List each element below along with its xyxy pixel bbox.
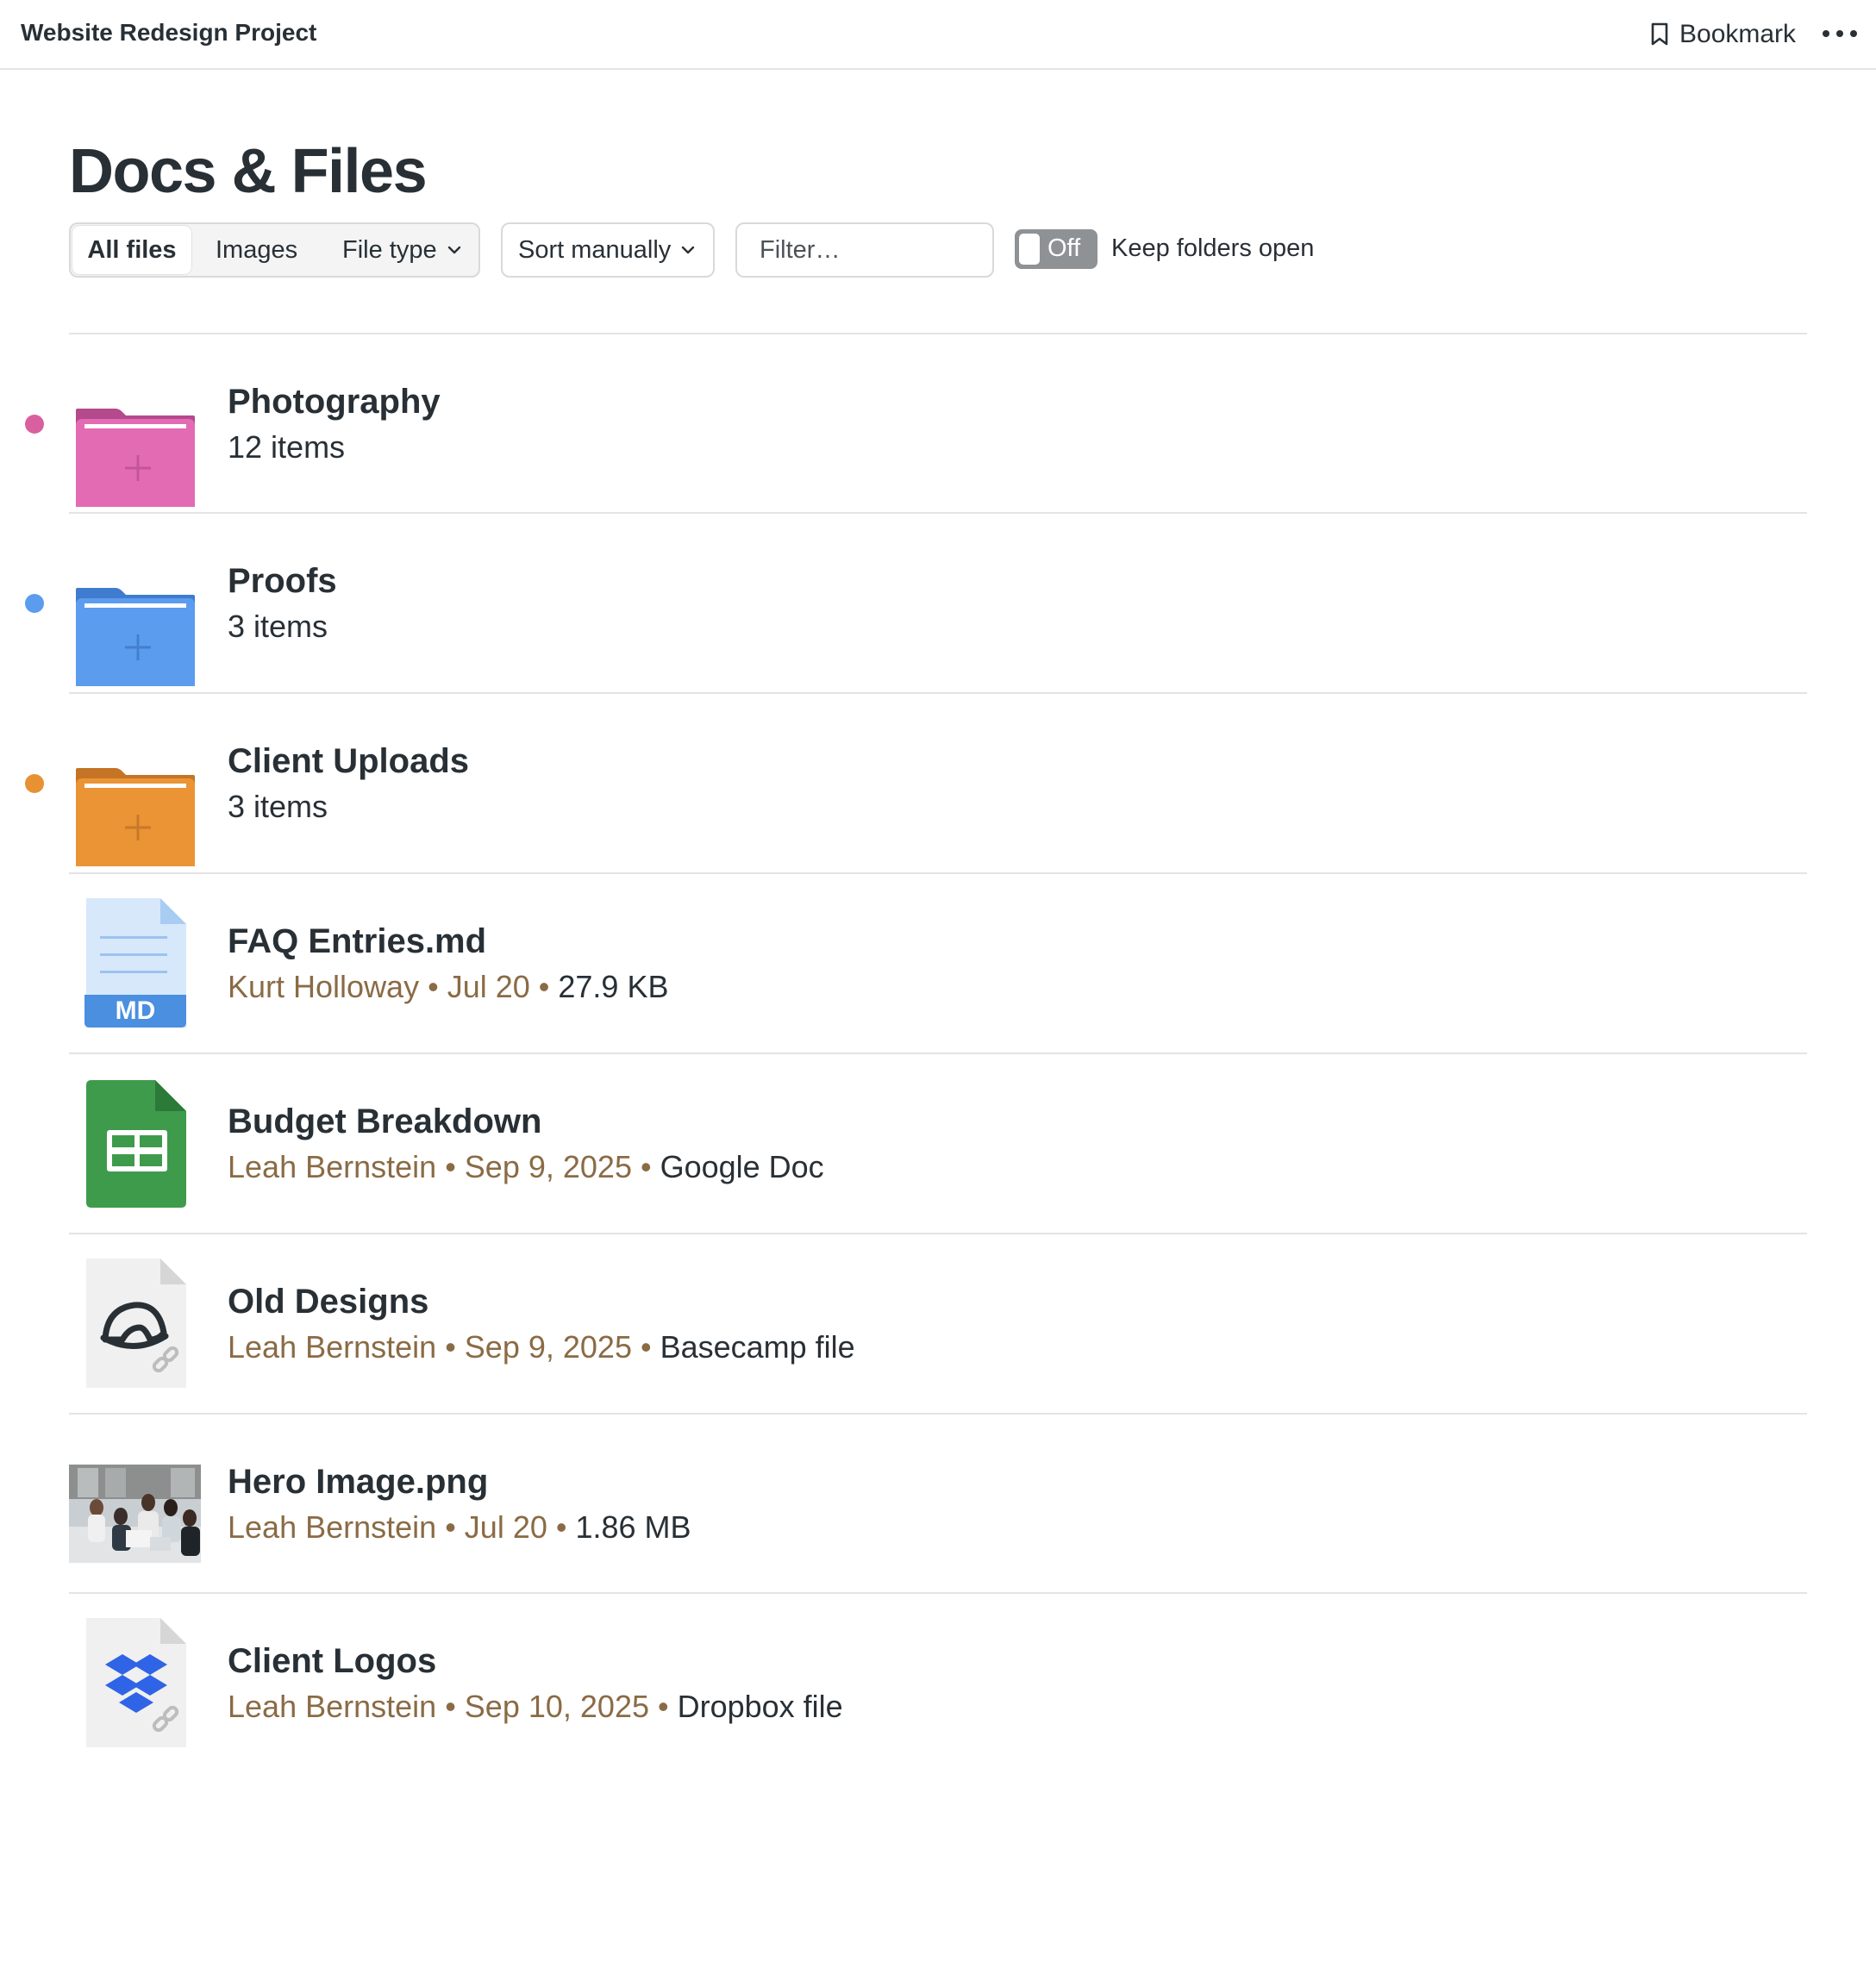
top-bar: Website Redesign Project Bookmark xyxy=(0,0,1876,70)
folder-item-count: 3 items xyxy=(228,789,328,824)
file-date: Jul 20 xyxy=(464,1509,547,1545)
sort-dropdown[interactable]: Sort manually xyxy=(501,222,715,278)
toolbar: All files Images File type Sort manually… xyxy=(69,222,1448,278)
folder-color-dot xyxy=(25,415,44,434)
file-meta: Leah Bernstein • Sep 10, 2025 • Dropbox file xyxy=(228,1689,843,1724)
file-name[interactable]: FAQ Entries.md xyxy=(228,922,486,961)
folder-icon xyxy=(76,409,195,507)
file-author[interactable]: Leah Bernstein xyxy=(228,1509,436,1545)
bookmark-label: Bookmark xyxy=(1679,20,1797,48)
folder-color-dot xyxy=(25,594,44,613)
folder-row-proofs[interactable]: Proofs 3 items xyxy=(0,514,1807,692)
md-badge: MD xyxy=(116,996,156,1025)
file-detail: Google Doc xyxy=(660,1149,824,1184)
bookmark-icon xyxy=(1651,22,1668,46)
page-title: Docs & Files xyxy=(69,137,428,206)
chevron-down-icon xyxy=(447,246,460,254)
file-author[interactable]: Kurt Holloway xyxy=(228,969,419,1004)
file-author[interactable]: Leah Bernstein xyxy=(228,1149,436,1184)
view-segmented-control: All files Images File type xyxy=(69,222,480,278)
all-files-tab[interactable]: All files xyxy=(72,226,191,274)
dropbox-file-icon xyxy=(86,1618,186,1747)
keep-folders-open-toggle[interactable]: Off xyxy=(1015,229,1097,269)
folder-color-dot xyxy=(25,774,44,793)
markdown-file-icon: MD xyxy=(84,898,186,1028)
google-sheets-icon xyxy=(86,1080,186,1208)
image-thumbnail xyxy=(69,1465,201,1563)
images-tab[interactable]: Images xyxy=(216,224,297,276)
folder-icon xyxy=(76,588,195,686)
file-type-label: File type xyxy=(342,235,437,264)
folder-icon xyxy=(76,768,195,866)
file-row-budget-breakdown[interactable]: Budget Breakdown Leah Bernstein • Sep 9, 2… xyxy=(0,1054,1807,1233)
folder-row-client-uploads[interactable]: Client Uploads 3 items xyxy=(0,694,1807,872)
more-options-button[interactable] xyxy=(1823,19,1857,48)
file-type-dropdown[interactable]: File type xyxy=(342,224,461,276)
folder-row-photography[interactable]: Photography 12 items xyxy=(0,334,1807,513)
file-detail: Basecamp file xyxy=(660,1329,855,1365)
ellipsis-icon xyxy=(1823,30,1829,37)
file-meta: Leah Bernstein • Sep 9, 2025 • Basecamp file xyxy=(228,1329,855,1365)
file-date: Sep 9, 2025 xyxy=(464,1329,632,1365)
file-author[interactable]: Leah Bernstein xyxy=(228,1689,436,1724)
sort-label: Sort manually xyxy=(518,235,672,264)
file-date: Sep 9, 2025 xyxy=(464,1149,632,1184)
file-meta: Leah Bernstein • Jul 20 • 1.86 MB xyxy=(228,1509,691,1545)
toggle-state-label: Off xyxy=(1047,234,1081,262)
basecamp-file-icon xyxy=(86,1259,186,1388)
file-row-hero-image[interactable]: Hero Image.png Leah Bernstein • Jul 20 • 1.8… xyxy=(0,1415,1807,1593)
file-name[interactable]: Old Designs xyxy=(228,1283,428,1321)
file-meta: Kurt Holloway • Jul 20 • 27.9 KB xyxy=(228,969,669,1004)
filter-input[interactable] xyxy=(735,222,994,278)
folder-name[interactable]: Client Uploads xyxy=(228,742,469,781)
folder-item-count: 3 items xyxy=(228,609,328,644)
toggle-knob xyxy=(1019,234,1040,265)
file-row-old-designs[interactable]: Old Designs Leah Bernstein • Sep 9, 2025 • B… xyxy=(0,1234,1807,1413)
file-date: Jul 20 xyxy=(447,969,530,1004)
file-detail: Dropbox file xyxy=(677,1689,843,1724)
file-author[interactable]: Leah Bernstein xyxy=(228,1329,436,1365)
file-date: Sep 10, 2025 xyxy=(464,1689,649,1724)
chevron-down-icon xyxy=(682,246,695,254)
folder-name[interactable]: Proofs xyxy=(228,562,337,601)
folder-name[interactable]: Photography xyxy=(228,383,441,422)
file-row-client-logos[interactable]: Client Logos Leah Bernstein • Sep 10, 2025… xyxy=(0,1594,1807,1772)
bookmark-button[interactable]: Bookmark xyxy=(1650,17,1796,52)
file-row-faq-entries[interactable]: MD FAQ Entries.md Kurt Holloway • Jul 20 • 2… xyxy=(0,874,1807,1053)
file-detail: 27.9 KB xyxy=(558,969,669,1004)
project-title[interactable]: Website Redesign Project xyxy=(21,19,316,47)
folder-item-count: 12 items xyxy=(228,429,346,465)
file-name[interactable]: Hero Image.png xyxy=(228,1463,488,1502)
file-name[interactable]: Budget Breakdown xyxy=(228,1103,541,1141)
file-meta: Leah Bernstein • Sep 9, 2025 • Google Doc xyxy=(228,1149,824,1184)
file-name[interactable]: Client Logos xyxy=(228,1642,436,1681)
file-detail: 1.86 MB xyxy=(575,1509,691,1545)
keep-folders-open-label: Keep folders open xyxy=(1111,234,1315,262)
